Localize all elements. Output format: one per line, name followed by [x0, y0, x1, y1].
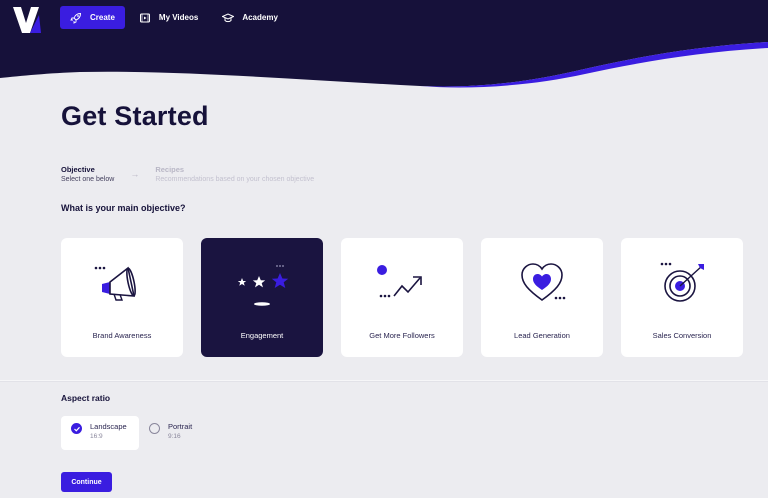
objective-card-sales-conversion[interactable]: Sales Conversion — [621, 238, 743, 357]
aspect-option-landscape[interactable]: Landscape 16:9 — [61, 416, 139, 450]
page-title: Get Started — [61, 101, 209, 131]
aspect-option-ratio: 9:16 — [168, 433, 181, 440]
objective-label: Engagement — [240, 331, 284, 340]
graduation-cap-icon — [222, 12, 235, 24]
nav-my-videos[interactable]: My Videos — [129, 6, 208, 29]
stars-icon — [237, 265, 289, 306]
step-objective-title: Objective — [61, 165, 95, 174]
objective-cards: Brand Awareness Engagement Get More Foll… — [61, 238, 761, 357]
heart-icon — [521, 263, 566, 301]
video-icon — [139, 12, 151, 24]
nav-create-label: Create — [90, 13, 115, 22]
arrow-right-icon: → — [130, 169, 140, 179]
aspect-option-label: Portrait — [168, 422, 193, 431]
radio-circle-icon[interactable] — [149, 423, 160, 434]
megaphone-icon — [94, 266, 136, 301]
step-recipes-title: Recipes — [155, 165, 185, 174]
objective-label: Sales Conversion — [652, 331, 712, 340]
step-recipes: Recipes Recommendations based on your ch… — [155, 165, 314, 185]
rocket-icon — [70, 12, 82, 24]
objective-card-get-more-followers[interactable]: Get More Followers — [341, 238, 463, 357]
objective-card-brand-awareness[interactable]: Brand Awareness — [61, 238, 183, 357]
growth-arrow-icon — [377, 265, 422, 298]
nav-my-videos-label: My Videos — [158, 13, 199, 22]
objective-question: What is your main objective? — [61, 203, 186, 213]
objective-card-engagement[interactable]: Engagement — [201, 238, 323, 357]
check-icon[interactable] — [71, 423, 82, 434]
step-objective: Objective Select one below — [61, 165, 114, 185]
top-header: Create My Videos Academy — [0, 0, 768, 90]
objective-label: Brand Awareness — [92, 331, 152, 340]
nav-create[interactable]: Create — [60, 6, 125, 29]
step-objective-desc: Select one below — [61, 176, 115, 183]
aspect-option-ratio: 16:9 — [90, 433, 103, 440]
step-recipes-desc: Recommendations based on your chosen obj… — [155, 176, 315, 183]
target-icon — [660, 262, 704, 302]
nav-academy[interactable]: Academy — [212, 6, 288, 29]
aspect-ratio-options: Landscape 16:9 Portrait 9:16 — [61, 416, 202, 450]
objective-label: Get More Followers — [369, 331, 435, 340]
objective-label: Lead Generation — [514, 331, 570, 340]
brand-logo[interactable] — [13, 7, 41, 33]
aspect-ratio-title: Aspect ratio — [61, 393, 111, 403]
continue-button[interactable]: Continue — [61, 472, 112, 492]
main-nav: Create My Videos Academy — [60, 6, 292, 29]
objective-card-lead-generation[interactable]: Lead Generation — [481, 238, 603, 357]
aspect-option-label: Landscape — [90, 422, 127, 431]
step-indicator: Objective Select one below → Recipes Rec… — [61, 165, 314, 185]
nav-academy-label: Academy — [242, 13, 278, 22]
aspect-option-portrait[interactable]: Portrait 9:16 — [139, 416, 202, 450]
